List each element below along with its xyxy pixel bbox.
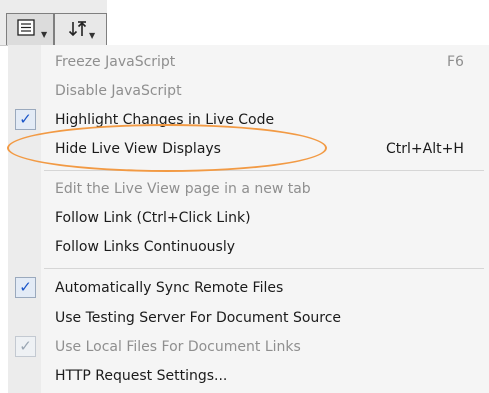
menu-item-use-testing-server[interactable]: Use Testing Server For Document Source — [0, 304, 489, 333]
menu-item-auto-sync-remote-files[interactable]: ✓ Automatically Sync Remote Files — [0, 274, 489, 303]
check-icon: ✓ — [15, 109, 36, 130]
menu-item-use-local-files[interactable]: ✓ Use Local Files For Document Links — [0, 333, 489, 362]
sort-button[interactable]: ▼ — [54, 13, 107, 45]
menu-item-http-request-settings[interactable]: HTTP Request Settings... — [0, 362, 489, 391]
live-view-options-button[interactable]: ▼ — [6, 13, 54, 45]
menu-item-label: Edit the Live View page in a new tab — [55, 181, 311, 197]
menu-item-edit-in-new-tab[interactable]: Edit the Live View page in a new tab — [0, 175, 489, 204]
menu-item-label: Automatically Sync Remote Files — [55, 280, 284, 296]
menu-item-follow-links-continuously[interactable]: Follow Links Continuously — [0, 233, 489, 262]
check-icon: ✓ — [15, 336, 36, 357]
list-menu-icon — [17, 19, 35, 36]
chevron-down-icon: ▼ — [41, 30, 48, 39]
menu-item-disable-javascript[interactable]: Disable JavaScript — [0, 77, 489, 106]
menu-item-label: Use Local Files For Document Links — [55, 339, 301, 355]
menu-item-label: Follow Link (Ctrl+Click Link) — [55, 210, 251, 226]
menu-item-label: Follow Links Continuously — [55, 239, 236, 255]
menu-item-label: Disable JavaScript — [55, 83, 182, 99]
menu-item-freeze-javascript[interactable]: Freeze JavaScript F6 — [0, 48, 489, 77]
menu-item-follow-link[interactable]: Follow Link (Ctrl+Click Link) — [0, 204, 489, 233]
menu-item-shortcut: F6 — [447, 54, 464, 70]
menu-item-label: Highlight Changes in Live Code — [55, 112, 275, 128]
menu-separator — [44, 268, 484, 269]
menu-item-shortcut: Ctrl+Alt+H — [386, 141, 464, 157]
menu-item-label: Hide Live View Displays — [55, 141, 221, 157]
toolbar-spacer — [107, 0, 489, 45]
menu-item-highlight-changes[interactable]: ✓ Highlight Changes in Live Code — [0, 106, 489, 135]
menu-item-label: HTTP Request Settings... — [55, 368, 228, 384]
chevron-down-icon: ▼ — [89, 31, 96, 40]
menu-item-hide-live-view-displays[interactable]: Hide Live View Displays Ctrl+Alt+H — [0, 135, 489, 164]
menu-separator — [44, 170, 484, 171]
check-icon: ✓ — [15, 277, 36, 298]
menu-item-label: Use Testing Server For Document Source — [55, 310, 342, 326]
menu-item-label: Freeze JavaScript — [55, 54, 176, 70]
live-view-toolbar: ▼ ▼ — [0, 0, 489, 46]
